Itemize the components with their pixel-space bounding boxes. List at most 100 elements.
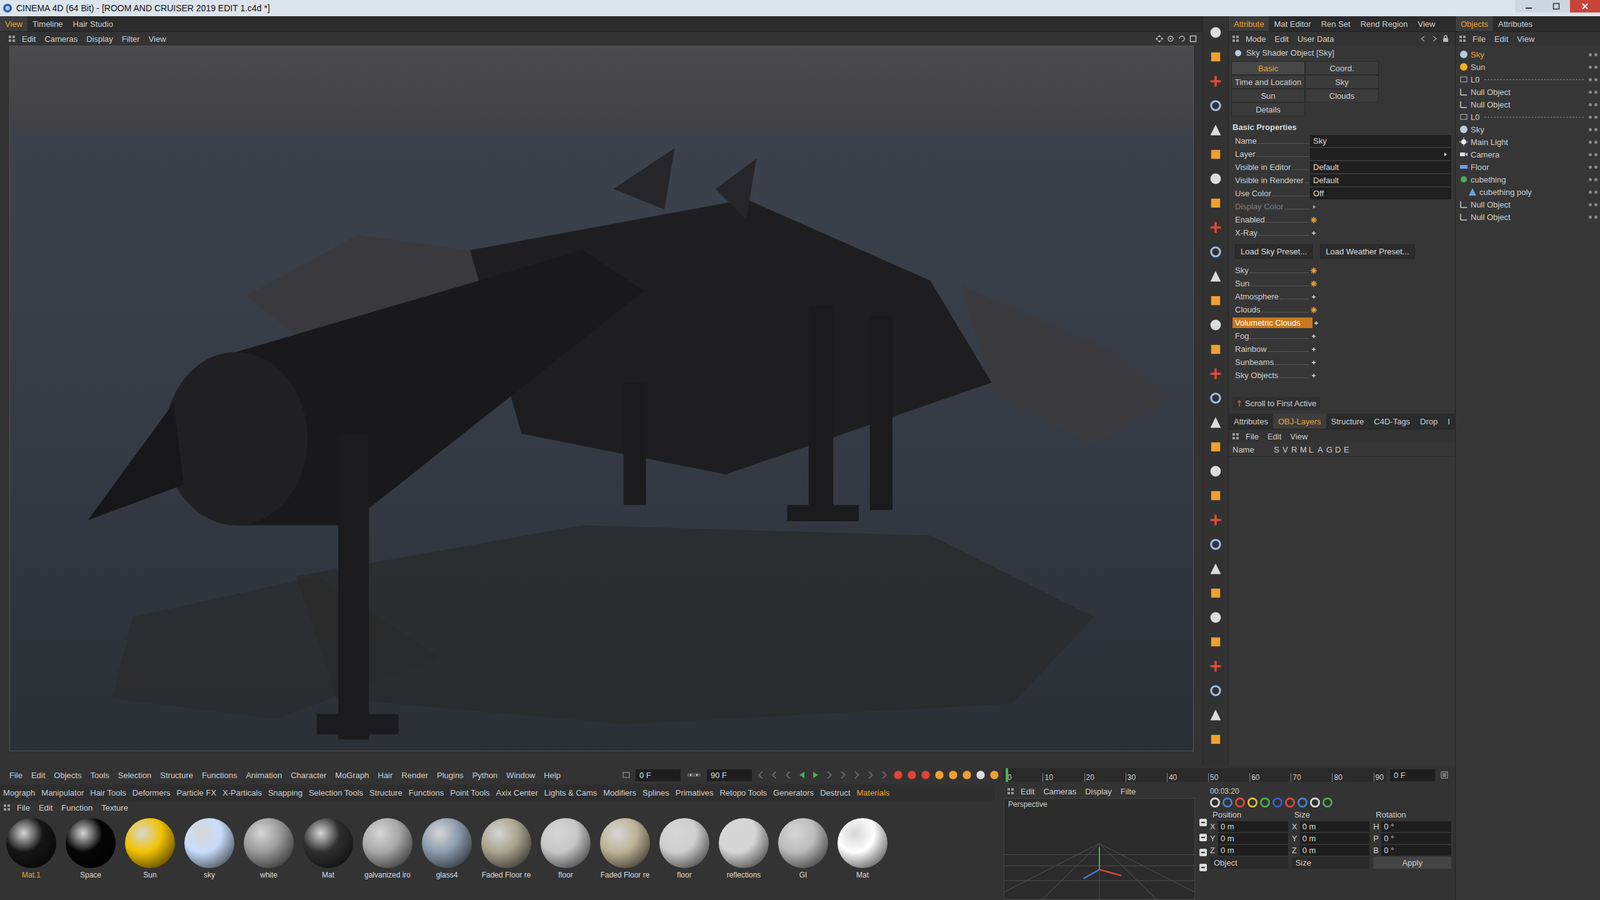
playback-control-icon[interactable] bbox=[824, 770, 835, 780]
move-view-icon[interactable] bbox=[1155, 35, 1164, 43]
key-mode-icon[interactable] bbox=[1198, 818, 1208, 827]
coordinate-tool-icon[interactable] bbox=[1272, 797, 1283, 808]
material-swatch[interactable]: sky bbox=[181, 818, 237, 880]
check-icon[interactable] bbox=[1310, 280, 1318, 288]
object-row[interactable]: Main Light bbox=[1459, 135, 1598, 149]
object-row[interactable]: Null Object bbox=[1459, 198, 1598, 211]
attribute-page-tab[interactable]: Sky bbox=[1305, 75, 1379, 89]
keyframe-tool-icon[interactable] bbox=[948, 770, 959, 780]
object-row[interactable]: Floor bbox=[1459, 160, 1598, 174]
object-row[interactable]: Null Object bbox=[1459, 98, 1598, 111]
material-menu-item[interactable]: Function bbox=[56, 803, 97, 813]
tool-icon[interactable] bbox=[1208, 634, 1224, 650]
tool-icon[interactable] bbox=[1208, 610, 1224, 625]
tool-icon[interactable] bbox=[1208, 268, 1224, 284]
mini-viewport-menu-item[interactable]: Display bbox=[1080, 786, 1117, 797]
layer-panel-tab[interactable]: OBJ-Layers bbox=[1273, 413, 1327, 429]
tool-icon[interactable] bbox=[1208, 707, 1224, 723]
property-field[interactable]: Default bbox=[1310, 161, 1452, 174]
coordinate-mode-dropdown[interactable]: Size bbox=[1291, 856, 1370, 869]
toolbar-tab[interactable]: Generators bbox=[770, 788, 817, 798]
object-row[interactable]: cubething poly bbox=[1459, 185, 1598, 199]
layer-flag-column[interactable]: S bbox=[1273, 445, 1279, 455]
tool-icon[interactable] bbox=[1208, 25, 1224, 40]
tool-icon[interactable] bbox=[1208, 122, 1224, 138]
visibility-dot[interactable] bbox=[1588, 103, 1592, 107]
visibility-dot[interactable] bbox=[1588, 90, 1592, 94]
main-menu-item[interactable]: Edit bbox=[26, 770, 50, 780]
material-swatch[interactable]: reflections bbox=[716, 818, 772, 880]
viewport-menu-item[interactable]: Cameras bbox=[40, 34, 82, 44]
unchecked-icon[interactable] bbox=[1310, 293, 1318, 301]
rotation-field[interactable]: 0 ° bbox=[1381, 821, 1452, 832]
property-field[interactable] bbox=[1310, 148, 1452, 160]
object-row[interactable]: Camera bbox=[1459, 148, 1598, 161]
mini-viewport-menu-item[interactable]: Filte bbox=[1116, 786, 1141, 797]
attribute-page-tab[interactable]: Details bbox=[1231, 102, 1305, 117]
range-slider-icon[interactable] bbox=[686, 771, 702, 779]
coordinate-mode-dropdown[interactable]: Object bbox=[1210, 856, 1289, 869]
material-swatch[interactable]: white bbox=[241, 818, 297, 880]
toolbar-tab[interactable]: Primatives bbox=[672, 788, 717, 798]
toolbar-tab[interactable]: Structure bbox=[366, 788, 406, 798]
material-menu-item[interactable]: Texture bbox=[96, 803, 133, 813]
layout-tab[interactable]: View bbox=[0, 16, 28, 32]
tool-icon[interactable] bbox=[1208, 195, 1224, 211]
position-field[interactable]: 0 m bbox=[1218, 821, 1289, 832]
object-row[interactable]: L0 bbox=[1459, 110, 1598, 124]
toolbar-tab[interactable]: X-Particals bbox=[219, 788, 265, 798]
coordinate-tool-icon[interactable] bbox=[1322, 797, 1333, 808]
attribute-menu-item[interactable]: User Data bbox=[1293, 34, 1339, 44]
main-menu-item[interactable]: Selection bbox=[113, 770, 156, 780]
layout-tab[interactable]: Hair Studio bbox=[68, 16, 119, 32]
end-frame-field[interactable]: 90 F bbox=[706, 769, 752, 782]
playback-control-icon[interactable] bbox=[769, 770, 780, 780]
lock-icon[interactable] bbox=[1441, 35, 1450, 43]
toolbar-tab[interactable]: Mograph bbox=[0, 788, 39, 798]
size-field[interactable]: 0 m bbox=[1300, 833, 1370, 844]
coordinate-tool-icon[interactable] bbox=[1297, 797, 1308, 808]
render-dot[interactable] bbox=[1594, 140, 1598, 144]
material-swatch[interactable]: Space bbox=[63, 818, 119, 880]
toolbar-tab[interactable]: Modifiers bbox=[600, 788, 640, 798]
close-button[interactable] bbox=[1570, 0, 1600, 13]
toolbar-tab[interactable]: Particle FX bbox=[173, 788, 220, 798]
visibility-dot[interactable] bbox=[1588, 153, 1592, 157]
render-dot[interactable] bbox=[1594, 53, 1598, 57]
main-menu-item[interactable]: Structure bbox=[155, 770, 198, 780]
toolbar-tab[interactable]: Hair Tools bbox=[86, 788, 130, 798]
rotate-view-icon[interactable] bbox=[1178, 35, 1186, 43]
size-field[interactable]: 0 m bbox=[1300, 821, 1370, 832]
material-swatch[interactable]: Sun bbox=[122, 818, 178, 880]
layer-panel-tab[interactable]: Attributes bbox=[1228, 413, 1274, 429]
unchecked-icon[interactable] bbox=[1310, 332, 1318, 340]
toolbar-tab[interactable]: Destruct bbox=[816, 788, 854, 798]
playhead[interactable] bbox=[1005, 768, 1009, 782]
coordinate-tool-icon[interactable] bbox=[1285, 797, 1295, 808]
main-menu-item[interactable]: Animation bbox=[241, 770, 287, 780]
timeline-settings-icon[interactable] bbox=[1440, 771, 1449, 779]
layer-panel-tab[interactable]: Structure bbox=[1326, 413, 1370, 429]
render-dot[interactable] bbox=[1594, 78, 1598, 82]
toolbar-tab[interactable]: Lights & Cams bbox=[541, 788, 601, 798]
position-field[interactable]: 0 m bbox=[1218, 845, 1289, 856]
material-swatch[interactable]: Mat bbox=[300, 818, 356, 880]
render-dot[interactable] bbox=[1594, 115, 1598, 119]
unchecked-icon[interactable] bbox=[1310, 371, 1318, 380]
object-manager-tab[interactable]: Objects bbox=[1455, 16, 1494, 32]
toolbar-tab[interactable]: Selection Tools bbox=[305, 788, 367, 798]
mini-viewport-menu-item[interactable]: Edit bbox=[1016, 786, 1039, 797]
layer-panel-tab[interactable]: I bbox=[1442, 413, 1455, 429]
material-swatch[interactable]: Mat.1 bbox=[3, 818, 59, 880]
visibility-dot[interactable] bbox=[1588, 128, 1592, 132]
object-manager-tab[interactable]: Attributes bbox=[1493, 16, 1538, 32]
material-swatch[interactable]: floor bbox=[538, 818, 594, 880]
keyframe-tool-icon[interactable] bbox=[920, 770, 931, 780]
keyframe-tool-icon[interactable] bbox=[961, 770, 972, 780]
main-menu-item[interactable]: Character bbox=[286, 770, 331, 780]
visibility-dot[interactable] bbox=[1588, 115, 1592, 119]
layer-flag-column[interactable]: D bbox=[1335, 445, 1340, 455]
main-menu-item[interactable]: File bbox=[5, 770, 27, 780]
coordinate-tool-icon[interactable] bbox=[1310, 797, 1320, 808]
material-swatch[interactable]: floor bbox=[656, 818, 712, 880]
